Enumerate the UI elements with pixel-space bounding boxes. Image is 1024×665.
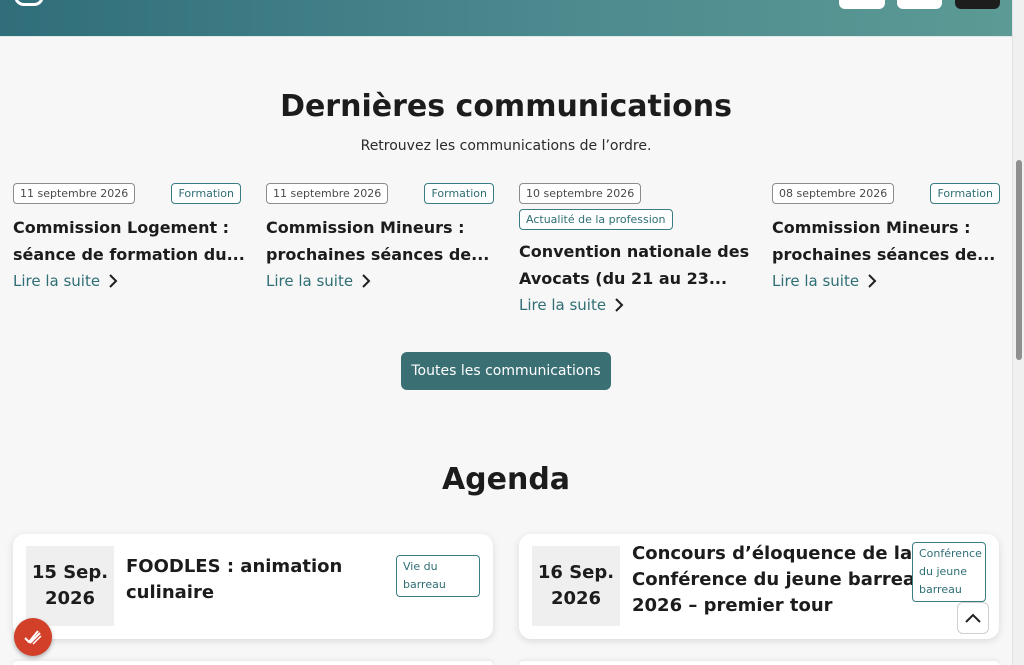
communications-title: Dernières communications <box>280 89 732 124</box>
read-more-link[interactable]: Lire la suite <box>519 296 759 314</box>
read-more-link[interactable]: Lire la suite <box>13 272 253 290</box>
page-scrollbar[interactable] <box>1012 0 1024 665</box>
communication-title[interactable]: Commission Logement : séance de formatio… <box>13 214 253 268</box>
communication-title[interactable]: Commission Mineurs : prochaines séances … <box>772 214 1012 268</box>
communication-card: 11 septembre 2026 Formation Commission M… <box>266 183 506 290</box>
checkmarks-icon <box>24 630 42 645</box>
category-badge[interactable]: Formation <box>930 183 1000 204</box>
read-more-link[interactable]: Lire la suite <box>266 272 506 290</box>
event-title[interactable]: FOODLES : animation culinaire <box>126 554 342 606</box>
agenda-event-card[interactable]: 16 Sep. 2026 Concours d’éloquence de la … <box>519 534 999 639</box>
category-badge[interactable]: Actualité de la profession <box>519 209 673 230</box>
agenda-event-card-partial <box>13 661 493 665</box>
communication-card: 08 septembre 2026 Formation Commission M… <box>772 183 1012 290</box>
communication-title[interactable]: Convention nationale des Avocats (du 21 … <box>519 238 759 292</box>
event-category-badge[interactable]: Conférence du jeune barreau <box>912 542 986 602</box>
communication-title[interactable]: Commission Mineurs : prochaines séances … <box>266 214 506 268</box>
date-badge: 11 septembre 2026 <box>13 183 136 204</box>
header-button-2[interactable] <box>897 0 942 9</box>
communications-subtitle: Retrouvez les communications de l’ordre. <box>360 138 652 154</box>
chevron-right-icon <box>868 274 877 288</box>
chevron-right-icon <box>109 274 118 288</box>
floating-action-button[interactable] <box>14 618 52 656</box>
scrollbar-thumb[interactable] <box>1016 160 1022 360</box>
site-logo[interactable] <box>14 0 44 6</box>
agenda-event-card[interactable]: 15 Sep. 2026 FOODLES : animation culinai… <box>13 534 493 639</box>
event-title[interactable]: Concours d’éloquence de la Conférence du… <box>632 541 928 619</box>
scroll-to-top-button[interactable] <box>957 602 989 634</box>
event-date: 16 Sep. 2026 <box>532 546 620 626</box>
chevron-right-icon <box>362 274 371 288</box>
agenda-title: Agenda <box>441 462 571 497</box>
category-badge[interactable]: Formation <box>424 183 494 204</box>
header-button-1[interactable] <box>839 0 885 9</box>
date-badge: 10 septembre 2026 <box>519 183 642 204</box>
agenda-event-card-partial <box>519 661 999 665</box>
date-badge: 08 septembre 2026 <box>772 183 895 204</box>
chevron-up-icon <box>965 613 981 623</box>
all-communications-button[interactable]: Toutes les communications <box>401 352 611 390</box>
event-date: 15 Sep. 2026 <box>26 546 114 626</box>
site-header <box>0 0 1012 37</box>
communication-card: 11 septembre 2026 Formation Commission L… <box>13 183 253 290</box>
communication-card: 10 septembre 2026 Actualité de la profes… <box>519 183 759 314</box>
header-button-3[interactable] <box>955 0 1000 9</box>
chevron-right-icon <box>615 298 624 312</box>
category-badge[interactable]: Formation <box>171 183 241 204</box>
read-more-link[interactable]: Lire la suite <box>772 272 1012 290</box>
date-badge: 11 septembre 2026 <box>266 183 389 204</box>
event-category-badge[interactable]: Vie du barreau <box>396 555 480 597</box>
